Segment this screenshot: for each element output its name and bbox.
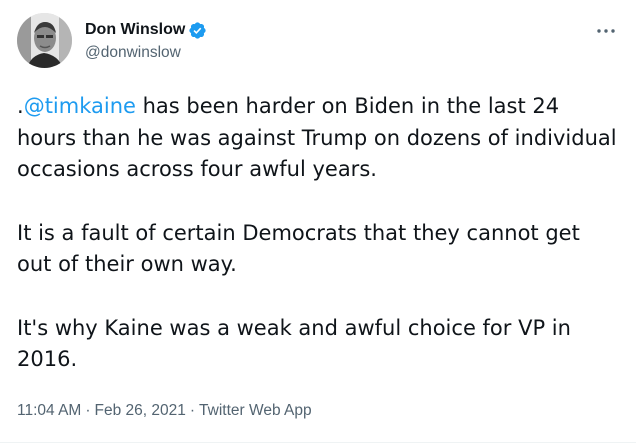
tweet-time[interactable]: 11:04 AM: [17, 402, 81, 419]
tweet-paragraph-3: It's why Kaine was a weak and awful choi…: [17, 315, 571, 372]
more-options-button[interactable]: [593, 21, 619, 41]
tweet-metadata: 11:04 AM · Feb 26, 2021 · Twitter Web App: [17, 402, 312, 420]
name-row: Don Winslow: [85, 19, 207, 41]
more-dots-icon: [597, 29, 615, 33]
tweet-text: .@timkaine has been harder on Biden in t…: [17, 91, 617, 408]
verified-badge-icon: [188, 21, 207, 40]
tweet-date[interactable]: Feb 26, 2021: [95, 402, 186, 419]
mention-link[interactable]: @timkaine: [24, 94, 136, 118]
tweet-p1-prefix: .: [17, 94, 24, 118]
avatar[interactable]: [17, 13, 72, 68]
tweet-paragraph-1: .@timkaine has been harder on Biden in t…: [17, 91, 617, 186]
tweet-paragraph-2: It is a fault of certain Democrats that …: [17, 220, 580, 277]
tweet-header: Don Winslow @donwinslow: [17, 13, 619, 73]
tweet-source[interactable]: Twitter Web App: [199, 402, 312, 419]
author-handle[interactable]: @donwinslow: [85, 44, 207, 62]
author-display-name[interactable]: Don Winslow: [85, 21, 185, 39]
avatar-photo: [17, 13, 72, 68]
meta-separator: ·: [189, 402, 196, 419]
tweet: Don Winslow @donwinslow .@timkaine has b…: [0, 0, 636, 443]
author-names: Don Winslow @donwinslow: [85, 19, 207, 62]
meta-separator: ·: [85, 402, 91, 419]
